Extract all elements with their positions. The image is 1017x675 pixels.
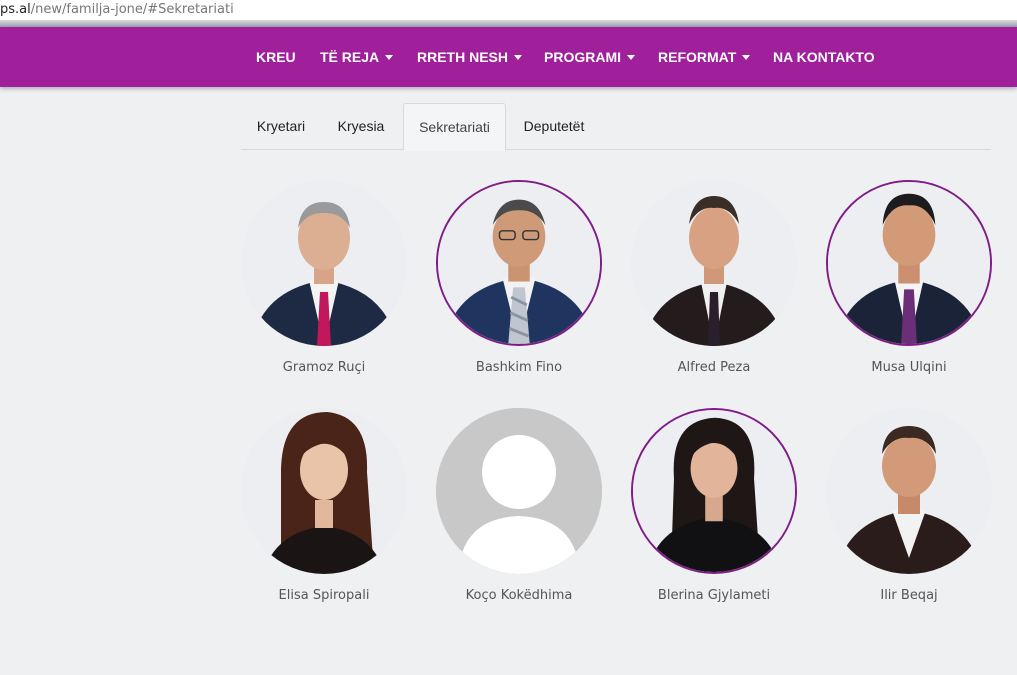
member-card[interactable]: Elisa Spiropali bbox=[241, 408, 407, 608]
nav-item-rreth-nesh[interactable]: RRETH NESH bbox=[417, 27, 523, 87]
member-name: Musa Ulqini bbox=[871, 360, 947, 375]
member-card[interactable]: Blerina Gjylameti bbox=[631, 408, 797, 608]
member-photo bbox=[631, 408, 797, 574]
member-name: Alfred Peza bbox=[677, 360, 751, 375]
caret-down-icon bbox=[514, 54, 523, 60]
nav-item-label: REFORMAT bbox=[658, 49, 737, 65]
nav-item-label: TË REJA bbox=[320, 49, 380, 65]
nav-item-label: RRETH NESH bbox=[417, 49, 509, 65]
nav-item-label: KREU bbox=[256, 49, 296, 65]
member-photo bbox=[436, 408, 602, 574]
member-card[interactable]: Koço Kokëdhima bbox=[436, 408, 602, 608]
tab-deputetet[interactable]: Deputetët bbox=[510, 103, 598, 150]
nav-item-kreu[interactable]: KREU bbox=[256, 27, 296, 87]
member-name: Elisa Spiropali bbox=[278, 588, 370, 603]
member-photo bbox=[826, 180, 992, 346]
url-domain: ps.al bbox=[0, 2, 31, 17]
nav-item-reformat[interactable]: REFORMAT bbox=[658, 27, 751, 87]
member-name: Blerina Gjylameti bbox=[657, 588, 771, 603]
member-name: Koço Kokëdhima bbox=[465, 588, 573, 603]
member-name: Gramoz Ruçi bbox=[282, 360, 366, 375]
section-tabs: Kryetari Kryesia Sekretariati Deputetët bbox=[241, 103, 991, 151]
member-photo bbox=[241, 180, 407, 346]
nav-item-te-reja[interactable]: TË REJA bbox=[320, 27, 394, 87]
member-photo bbox=[826, 408, 992, 574]
tab-sekretariati[interactable]: Sekretariati bbox=[403, 103, 506, 151]
member-card[interactable]: Bashkim Fino bbox=[436, 180, 602, 380]
member-photo bbox=[631, 180, 797, 346]
member-name: Bashkim Fino bbox=[475, 360, 563, 375]
tab-kryetari[interactable]: Kryetari bbox=[241, 103, 321, 150]
main-navbar: KREU TË REJA RRETH NESH PROGRAMI REFORMA… bbox=[0, 27, 1017, 87]
member-photo bbox=[241, 408, 407, 574]
member-card[interactable]: Gramoz Ruçi bbox=[241, 180, 407, 380]
tab-kryesia[interactable]: Kryesia bbox=[325, 103, 397, 150]
member-name: Ilir Beqaj bbox=[880, 588, 938, 603]
url-path: /new/familja-jone/#Sekretariati bbox=[30, 2, 234, 17]
caret-down-icon bbox=[627, 54, 635, 60]
nav-item-label: NA KONTAKTO bbox=[773, 49, 875, 65]
member-card[interactable]: Alfred Peza bbox=[631, 180, 797, 380]
caret-down-icon bbox=[385, 54, 394, 60]
address-bar[interactable]: ps.al/new/familja-jone/#Sekretariati bbox=[0, 0, 1017, 21]
member-card[interactable]: Ilir Beqaj bbox=[826, 408, 992, 608]
member-photo bbox=[436, 180, 602, 346]
caret-down-icon bbox=[742, 54, 751, 60]
nav-item-na-kontakto[interactable]: NA KONTAKTO bbox=[773, 27, 875, 87]
nav-item-label: PROGRAMI bbox=[544, 49, 621, 65]
member-card[interactable]: Musa Ulqini bbox=[826, 180, 992, 380]
nav-item-programi[interactable]: PROGRAMI bbox=[544, 27, 635, 87]
